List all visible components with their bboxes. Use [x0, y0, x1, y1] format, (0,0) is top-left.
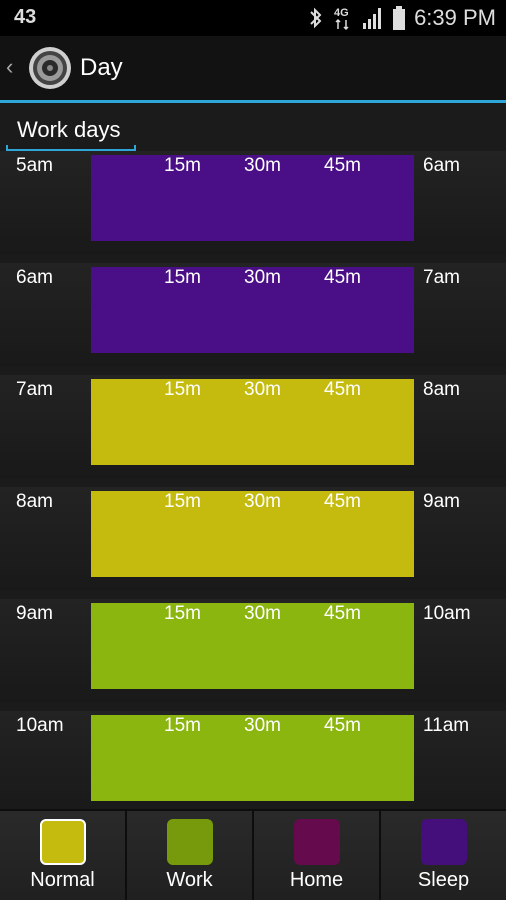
quarter-label-30: 30m [244, 603, 281, 624]
status-icons: 4G 6:39 PM [308, 4, 496, 32]
quarter-label-45: 45m [324, 715, 361, 736]
mode-swatch [420, 819, 467, 865]
hour-start-label: 8am [16, 491, 53, 512]
hour-start-label: 6am [16, 267, 53, 288]
hour-row: 8am 15m 30m 45m 9am [0, 487, 506, 591]
quarter-label-15: 15m [164, 155, 201, 176]
hour-list: 5am 15m 30m 45m 6am 6am 15m 30m 45m 7am … [0, 151, 506, 809]
action-bar: ‹ Day [0, 36, 506, 100]
hour-end-label: 6am [423, 155, 460, 176]
day-type-selected: Work days [17, 117, 121, 142]
mode-palette: Normal Work Home Sleep [0, 809, 506, 900]
mode-label: Work [166, 869, 213, 891]
schedule-content: Work days 5am 15m 30m 45m 6am 6am 15m 30… [0, 103, 506, 809]
mode-button-work[interactable]: Work [127, 809, 254, 900]
quarter-label-15: 15m [164, 491, 201, 512]
hour-start-label: 10am [16, 715, 64, 736]
battery-icon [393, 6, 406, 30]
mode-swatch [39, 819, 86, 865]
mode-label: Home [289, 869, 344, 891]
signal-strength-icon [363, 8, 382, 29]
hour-end-label: 9am [423, 491, 460, 512]
day-type-spinner[interactable]: Work days [6, 113, 136, 151]
mode-swatch [166, 819, 213, 865]
hour-block[interactable]: 15m 30m 45m [91, 603, 414, 689]
mode-button-home[interactable]: Home [254, 809, 381, 900]
quarter-label-30: 30m [244, 155, 281, 176]
hour-end-label: 8am [423, 379, 460, 400]
network-4g-icon: 4G [334, 7, 349, 31]
hour-block[interactable]: 15m 30m 45m [91, 267, 414, 353]
quarter-label-45: 45m [324, 379, 361, 400]
quarter-label-15: 15m [164, 603, 201, 624]
quarter-label-45: 45m [324, 491, 361, 512]
notification-count: 43 [14, 6, 37, 28]
hour-block[interactable]: 15m 30m 45m [91, 379, 414, 465]
network-type-label: 4G [334, 7, 349, 19]
quarter-label-30: 30m [244, 267, 281, 288]
page-title: Day [80, 54, 123, 81]
mode-button-sleep[interactable]: Sleep [381, 809, 506, 900]
hour-row: 6am 15m 30m 45m 7am [0, 263, 506, 367]
back-caret-icon[interactable]: ‹ [6, 54, 13, 80]
quarter-label-30: 30m [244, 491, 281, 512]
hour-row: 9am 15m 30m 45m 10am [0, 599, 506, 703]
hour-end-label: 7am [423, 267, 460, 288]
hour-row: 10am 15m 30m 45m 11am [0, 711, 506, 809]
mode-button-normal[interactable]: Normal [0, 809, 127, 900]
quarter-label-15: 15m [164, 715, 201, 736]
hour-block[interactable]: 15m 30m 45m [91, 715, 414, 801]
quarter-label-45: 45m [324, 603, 361, 624]
speaker-app-icon[interactable] [28, 46, 72, 90]
status-bar: 43 4G 6:39 PM [0, 0, 506, 36]
hour-end-label: 10am [423, 603, 471, 624]
quarter-label-30: 30m [244, 379, 281, 400]
quarter-label-30: 30m [244, 715, 281, 736]
hour-row: 5am 15m 30m 45m 6am [0, 151, 506, 255]
clock: 6:39 PM [414, 5, 496, 30]
hour-block[interactable]: 15m 30m 45m [91, 491, 414, 577]
hour-block[interactable]: 15m 30m 45m [91, 155, 414, 241]
quarter-label-45: 45m [324, 267, 361, 288]
quarter-label-15: 15m [164, 379, 201, 400]
mode-label: Sleep [417, 869, 470, 891]
bluetooth-icon [310, 7, 322, 29]
hour-row: 7am 15m 30m 45m 8am [0, 375, 506, 479]
hour-start-label: 7am [16, 379, 53, 400]
hour-start-label: 5am [16, 155, 53, 176]
quarter-label-45: 45m [324, 155, 361, 176]
quarter-label-15: 15m [164, 267, 201, 288]
mode-swatch [293, 819, 340, 865]
mode-label: Normal [30, 869, 95, 891]
hour-start-label: 9am [16, 603, 53, 624]
hour-end-label: 11am [423, 715, 470, 736]
